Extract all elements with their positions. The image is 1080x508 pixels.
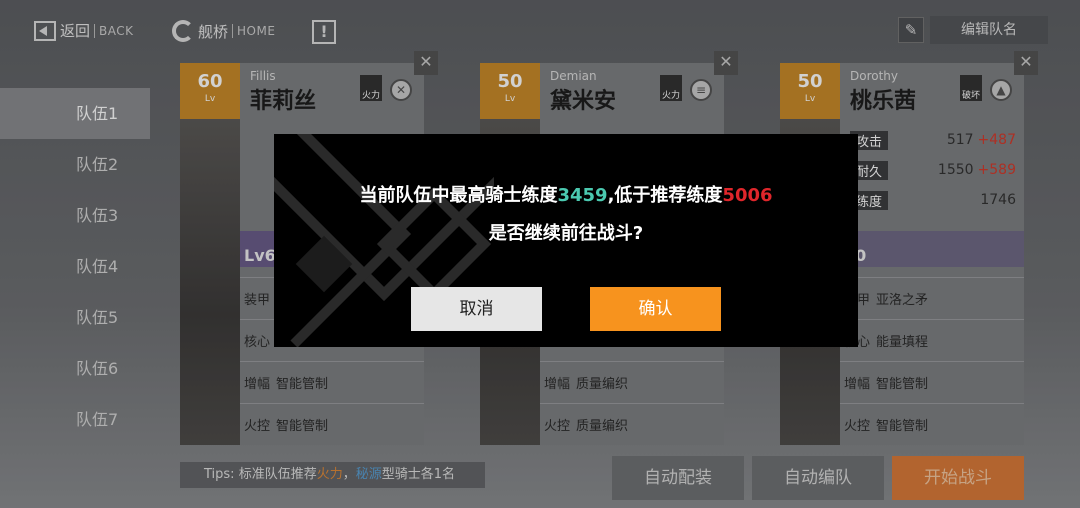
dialog-message-line2: 是否继续前往战斗? — [488, 223, 644, 244]
cancel-button[interactable]: 取消 — [411, 287, 542, 331]
confirm-button[interactable]: 确认 — [590, 287, 721, 331]
recommended-proficiency: 5006 — [722, 185, 773, 206]
dialog-message-line1: 当前队伍中最高骑士练度3459,低于推荐练度5006 — [274, 181, 858, 207]
current-proficiency: 3459 — [557, 185, 608, 206]
msg-mid: ,低于推荐练度 — [607, 185, 723, 206]
msg-prefix: 当前队伍中最高骑士练度 — [359, 185, 558, 206]
confirm-dialog: 当前队伍中最高骑士练度3459,低于推荐练度5006 是否继续前往战斗? 取消 … — [274, 134, 858, 347]
